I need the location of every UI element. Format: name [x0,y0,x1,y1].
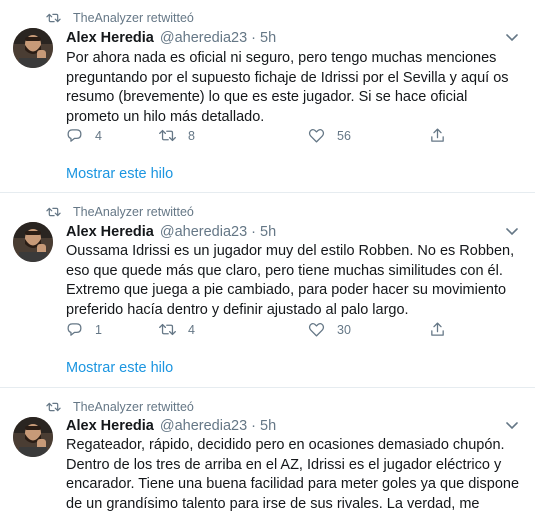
avatar[interactable] [13,417,53,457]
chevron-down-icon[interactable] [505,30,519,44]
reply-count: 4 [95,128,102,143]
timestamp[interactable]: 5h [260,224,276,240]
divider [0,387,535,388]
retweet-icon [46,402,61,412]
retweet-icon [46,13,61,23]
chevron-down-icon[interactable] [505,224,519,238]
tweet-text: Por ahora nada es oficial ni seguro, per… [66,50,509,125]
avatar[interactable] [13,28,53,68]
tweet-text: Oussama Idrissi es un jugador muy del es… [66,243,515,318]
retweet-button[interactable]: 8 [159,127,195,144]
tweet-header: Alex Heredia @aheredia23 · 5h [66,416,276,436]
separator-dot: · [251,418,256,434]
chevron-down-icon[interactable] [505,418,519,432]
reply-button[interactable]: 1 [66,321,102,338]
separator-dot: · [251,224,256,240]
divider [0,192,535,193]
tweet-header: Alex Heredia @aheredia23 · 5h [66,28,276,48]
tweet-text: Regateador, rápido, decidido pero en oca… [66,437,520,512]
retweet-button[interactable]: 4 [159,321,195,338]
retweet-icon [159,129,176,142]
timestamp[interactable]: 5h [260,30,276,46]
avatar[interactable] [13,222,53,262]
retweet-count: 4 [188,322,195,337]
reply-icon [67,323,82,336]
retweet-indicator: TheAnalyzer retwitteó [46,10,194,26]
author-handle[interactable]: @aheredia23 [160,224,247,240]
retweet-icon [159,323,176,336]
author-name[interactable]: Alex Heredia [66,418,154,434]
author-handle[interactable]: @aheredia23 [160,418,247,434]
reply-icon [67,129,82,142]
tweet-header: Alex Heredia @aheredia23 · 5h [66,222,276,242]
like-count: 56 [337,128,351,143]
like-icon [308,129,325,143]
tweet-actions: 4 8 56 [66,127,466,147]
share-icon [431,322,444,336]
reply-button[interactable]: 4 [66,127,102,144]
author-name[interactable]: Alex Heredia [66,30,154,46]
share-button[interactable] [429,127,446,144]
author-handle[interactable]: @aheredia23 [160,30,247,46]
retweet-icon [46,207,61,217]
like-button[interactable]: 56 [308,127,351,144]
like-button[interactable]: 30 [308,321,351,338]
retweet-indicator: TheAnalyzer retwitteó [46,399,194,415]
share-icon [431,128,444,142]
show-thread-link[interactable]: Mostrar este hilo [66,360,173,376]
share-button[interactable] [429,321,446,338]
tweet-actions: 1 4 30 [66,321,466,341]
like-icon [308,323,325,337]
retweet-indicator: TheAnalyzer retwitteó [46,204,194,220]
reply-count: 1 [95,322,102,337]
retweeter-label[interactable]: TheAnalyzer retwitteó [73,11,194,25]
retweeter-label[interactable]: TheAnalyzer retwitteó [73,400,194,414]
retweet-count: 8 [188,128,195,143]
like-count: 30 [337,322,351,337]
author-name[interactable]: Alex Heredia [66,224,154,240]
separator-dot: · [251,30,256,46]
timestamp[interactable]: 5h [260,418,276,434]
retweeter-label[interactable]: TheAnalyzer retwitteó [73,205,194,219]
show-thread-link[interactable]: Mostrar este hilo [66,166,173,182]
